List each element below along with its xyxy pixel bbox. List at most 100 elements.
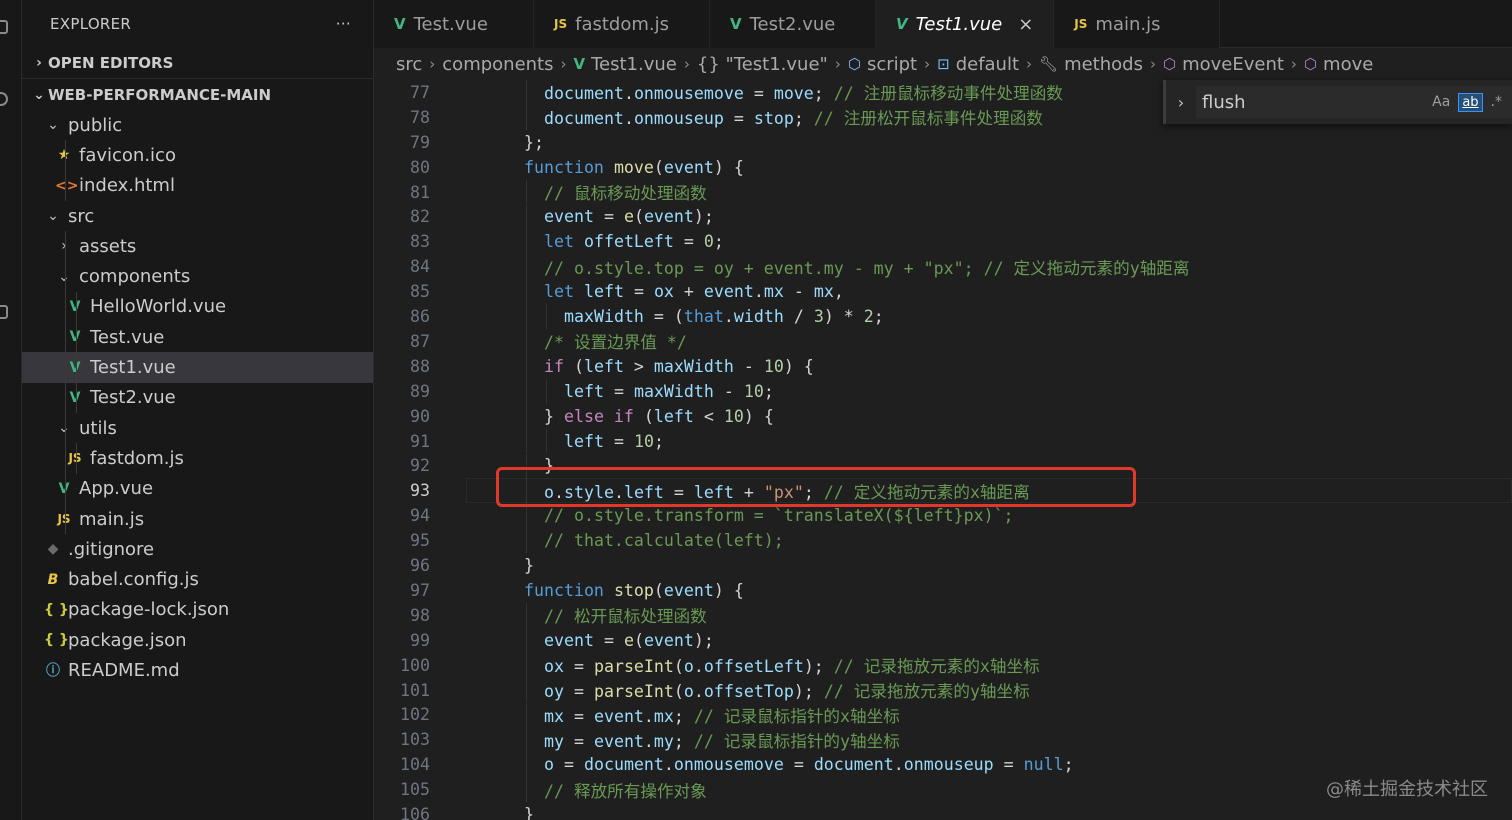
code-line[interactable]: 96} bbox=[374, 553, 1512, 578]
tree-item-label: public bbox=[68, 114, 123, 136]
close-icon[interactable]: × bbox=[1018, 14, 1033, 35]
tab-test-vue[interactable]: V Test.vue bbox=[374, 0, 534, 48]
code-line[interactable]: 103 my = event.my; // 记录鼠标指针的y轴坐标 bbox=[374, 727, 1512, 753]
more-actions-icon[interactable]: ··· bbox=[336, 15, 351, 33]
source-control-icon[interactable] bbox=[0, 166, 8, 180]
open-editors-section[interactable]: › OPEN EDITORS bbox=[22, 48, 373, 79]
tree-item[interactable]: ⌄ utils bbox=[22, 412, 373, 444]
toggle-replace-chevron-icon[interactable]: › bbox=[1166, 93, 1196, 112]
search-icon[interactable] bbox=[0, 92, 8, 106]
breadcrumb-default[interactable]: ⊡ default bbox=[937, 54, 1019, 75]
tree-item[interactable]: ⓘ README.md bbox=[22, 655, 373, 685]
code-token: mx bbox=[544, 706, 564, 726]
match-whole-word-button[interactable]: ab bbox=[1458, 92, 1483, 112]
code-line[interactable]: 79}; bbox=[374, 130, 1512, 155]
breadcrumb-file[interactable]: V Test1.vue bbox=[574, 54, 677, 75]
tree-item[interactable]: ★ favicon.ico bbox=[22, 140, 373, 171]
line-number: 90 bbox=[410, 406, 430, 426]
code-line[interactable]: 81 // 鼠标移动处理函数 bbox=[374, 179, 1512, 205]
tab-main-js[interactable]: JS main.js bbox=[1054, 0, 1221, 48]
breadcrumb-methods[interactable]: 🔧︎ methods bbox=[1039, 54, 1143, 75]
code-token: ; bbox=[813, 84, 834, 104]
tree-item[interactable]: ⌄ public bbox=[22, 110, 373, 140]
tree-item[interactable]: V Test1.vue bbox=[22, 352, 373, 383]
breadcrumb-src[interactable]: src bbox=[396, 54, 422, 75]
breadcrumb-script[interactable]: ⬡ script bbox=[848, 54, 917, 75]
find-input[interactable]: flush Aa ab .* bbox=[1196, 86, 1512, 118]
indent-guide bbox=[65, 382, 66, 413]
code-token: ; bbox=[1063, 755, 1074, 775]
code-line[interactable]: 104 o = document.onmousemove = document.o… bbox=[374, 752, 1512, 778]
tree-item[interactable]: JS fastdom.js bbox=[22, 443, 373, 474]
code-token: ( bbox=[563, 356, 584, 376]
code-token: e bbox=[623, 207, 634, 227]
indent-guide bbox=[65, 170, 66, 201]
tree-item[interactable]: V Test2.vue bbox=[22, 382, 373, 413]
code-line[interactable]: 87 /* 设置边界值 */ bbox=[374, 329, 1512, 354]
code-text: left = 10; bbox=[564, 432, 664, 451]
code-line[interactable]: 86 maxWidth = (that.width / 3) * 2; bbox=[374, 304, 1512, 329]
regex-button[interactable]: .* bbox=[1491, 94, 1502, 110]
indent-guide bbox=[65, 322, 66, 353]
code-line[interactable]: 99 event = e(event); bbox=[374, 627, 1512, 653]
files-icon[interactable] bbox=[0, 20, 8, 34]
tree-item[interactable]: ⌄ src bbox=[22, 201, 373, 231]
tree-item[interactable]: V HelloWorld.vue bbox=[22, 291, 373, 323]
breadcrumb-moveEvent[interactable]: ⬡ moveEvent bbox=[1163, 54, 1284, 75]
tree-item-label: babel.config.js bbox=[68, 569, 199, 591]
indent-guide bbox=[546, 304, 547, 329]
tree-item-label: src bbox=[68, 205, 95, 227]
code-line[interactable]: 106} bbox=[374, 802, 1512, 820]
project-section[interactable]: ⌄ WEB-PERFORMANCE-MAIN bbox=[22, 79, 373, 110]
tree-item[interactable]: ◆ .gitignore bbox=[22, 534, 373, 564]
breadcrumb-components[interactable]: components bbox=[442, 54, 553, 75]
code-line[interactable]: 95 // that.calculate(left); bbox=[374, 528, 1512, 554]
tab-fastdom-js[interactable]: JS fastdom.js bbox=[534, 0, 710, 48]
code-token: offsetTop bbox=[703, 682, 794, 702]
tree-item[interactable]: <> index.html bbox=[22, 170, 373, 201]
tree-item[interactable]: › assets bbox=[22, 231, 373, 262]
code-line[interactable]: 100 ox = parseInt(o.offsetLeft); // 记录拖放元… bbox=[374, 652, 1512, 678]
tree-item[interactable]: Bbabel.config.js bbox=[22, 564, 373, 594]
tab-label: main.js bbox=[1095, 13, 1161, 35]
code-line[interactable]: 92} bbox=[374, 453, 1512, 479]
tab-test2-vue[interactable]: V Test2.vue bbox=[710, 0, 876, 48]
code-line[interactable]: 101 oy = parseInt(o.offsetTop); // 记录拖放元素… bbox=[374, 677, 1512, 703]
code-line[interactable]: 88 if (left > maxWidth - 10) { bbox=[374, 353, 1512, 379]
code-line[interactable]: 85 let left = ox + event.mx - mx, bbox=[374, 279, 1512, 305]
wrench-icon: 🔧︎ bbox=[1039, 55, 1059, 73]
code-token: move bbox=[613, 157, 654, 177]
code-line[interactable]: 93 o.style.left = left + "px"; // 定义拖动元素的… bbox=[374, 478, 1512, 504]
extensions-icon[interactable] bbox=[0, 305, 8, 319]
code-line[interactable]: 89 left = maxWidth - 10; bbox=[374, 378, 1512, 404]
code-line[interactable]: 84 // o.style.top = oy + event.my - my + … bbox=[374, 254, 1512, 280]
line-number: 77 bbox=[410, 82, 430, 102]
line-number: 78 bbox=[410, 107, 430, 127]
tree-item[interactable]: V Test.vue bbox=[22, 322, 373, 353]
code-line[interactable]: 83 let offetLeft = 0; bbox=[374, 229, 1512, 255]
code-editor[interactable]: 77 document.onmousemove = move; // 注册鼠标移动… bbox=[374, 80, 1512, 820]
tab-test1-vue[interactable]: V Test1.vue × bbox=[876, 0, 1055, 48]
tree-item[interactable]: { } package-lock.json bbox=[22, 595, 373, 625]
breadcrumb-move[interactable]: ⬡ move bbox=[1304, 54, 1373, 75]
code-line[interactable]: 80 function move(event) { bbox=[374, 155, 1512, 180]
tree-item[interactable]: JS main.js bbox=[22, 503, 373, 535]
match-case-button[interactable]: Aa bbox=[1432, 94, 1450, 110]
code-line[interactable]: 94 // o.style.transform = `translateX(${l… bbox=[374, 503, 1512, 529]
tree-item[interactable]: ⌄ components bbox=[22, 261, 373, 292]
code-line[interactable]: 97 function stop(event) { bbox=[374, 578, 1512, 603]
code-token: ; bbox=[653, 431, 664, 451]
run-debug-icon[interactable] bbox=[0, 238, 8, 252]
code-line[interactable]: 102 mx = event.mx; // 记录鼠标指针的x轴坐标 bbox=[374, 702, 1512, 728]
vue-icon: V bbox=[573, 55, 586, 73]
code-line[interactable]: 82 event = e(event); bbox=[374, 204, 1512, 230]
chevron-right-icon: › bbox=[1290, 55, 1297, 73]
code-line[interactable]: 90} else if (left < 10) { bbox=[374, 403, 1512, 429]
tree-item[interactable]: { } package.json bbox=[22, 625, 373, 655]
code-line[interactable]: 98 // 松开鼠标处理函数 bbox=[374, 602, 1512, 628]
breadcrumb-object[interactable]: {} "Test1.vue" bbox=[697, 54, 828, 75]
line-number: 81 bbox=[410, 182, 430, 202]
code-line[interactable]: 91 left = 10; bbox=[374, 428, 1512, 454]
tree-item[interactable]: V App.vue bbox=[22, 473, 373, 504]
line-number: 82 bbox=[410, 207, 430, 227]
